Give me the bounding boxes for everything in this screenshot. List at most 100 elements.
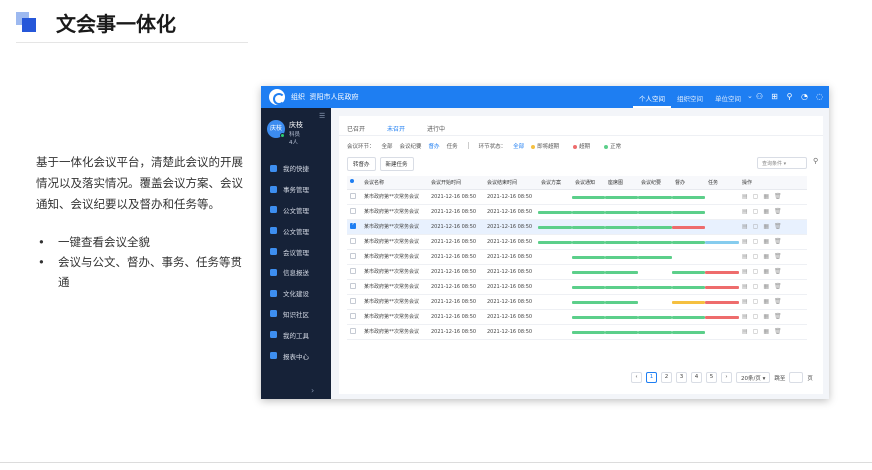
- meeting-name[interactable]: 某市政府第**次常务会议: [361, 294, 428, 310]
- meeting-name[interactable]: 某市政府第**次常务会议: [361, 324, 428, 340]
- sidebar-item-affairs[interactable]: 事务管理: [261, 179, 331, 200]
- doc-icon[interactable]: ▢: [753, 283, 759, 290]
- table-row[interactable]: 某市政府第**次常务会议2021-12-16 08:502021-12-16 0…: [347, 309, 807, 325]
- user-group-icon[interactable]: ⚇: [755, 91, 764, 103]
- doc-icon[interactable]: ▢: [753, 298, 759, 305]
- copy-icon[interactable]: ▤: [742, 253, 748, 260]
- org-switcher[interactable]: 组织 资阳市人民政府: [291, 92, 358, 102]
- row-checkbox[interactable]: [350, 192, 356, 199]
- search-icon[interactable]: ⚲: [785, 91, 794, 103]
- delete-icon[interactable]: 🗑: [774, 313, 782, 320]
- row-checkbox-cell[interactable]: [347, 294, 361, 310]
- row-checkbox[interactable]: [350, 282, 356, 289]
- grid-apps-icon[interactable]: ⊞: [770, 91, 779, 103]
- table-icon[interactable]: ▦: [763, 253, 769, 260]
- table-row[interactable]: 某市政府第**次常务会议2021-12-16 08:502021-12-16 0…: [347, 189, 807, 205]
- copy-icon[interactable]: ▤: [742, 283, 748, 290]
- sidebar-item-documents-2[interactable]: 公文管理: [261, 220, 331, 241]
- status-filter-overdue[interactable]: 超期: [573, 142, 597, 150]
- row-checkbox[interactable]: [350, 327, 356, 334]
- table-icon[interactable]: ▦: [763, 223, 769, 230]
- delete-icon[interactable]: 🗑: [774, 208, 782, 215]
- row-checkbox[interactable]: [350, 221, 356, 229]
- to-supervision-button[interactable]: 转督办: [347, 157, 376, 171]
- table-icon[interactable]: ▦: [763, 298, 769, 305]
- status-filter-due-soon[interactable]: 即将超期: [531, 142, 566, 150]
- doc-icon[interactable]: ▢: [753, 253, 759, 260]
- meeting-name[interactable]: 某市政府第**次常务会议: [361, 234, 428, 250]
- chat-icon[interactable]: ◌: [815, 91, 824, 103]
- row-checkbox-cell[interactable]: [347, 309, 361, 325]
- chevron-right-icon[interactable]: ›: [311, 386, 314, 395]
- copy-icon[interactable]: ▤: [742, 268, 748, 275]
- stage-filter-all[interactable]: 全部: [382, 142, 393, 150]
- sidebar-item-knowledge[interactable]: 知识社区: [261, 304, 331, 325]
- page-4[interactable]: 4: [691, 372, 702, 383]
- meeting-name[interactable]: 某市政府第**次常务会议: [361, 189, 428, 205]
- table-row[interactable]: 某市政府第**次常务会议2021-12-16 08:502021-12-16 0…: [347, 219, 807, 235]
- collapse-icon[interactable]: ☰: [319, 112, 325, 120]
- prev-page-button[interactable]: ‹: [631, 372, 642, 383]
- row-checkbox-cell[interactable]: [347, 204, 361, 220]
- delete-icon[interactable]: 🗑: [774, 193, 782, 200]
- table-icon[interactable]: ▦: [763, 328, 769, 335]
- next-page-button[interactable]: ›: [721, 372, 732, 383]
- table-row[interactable]: 某市政府第**次常务会议2021-12-16 08:502021-12-16 0…: [347, 324, 807, 340]
- meeting-name[interactable]: 某市政府第**次常务会议: [361, 264, 428, 280]
- row-checkbox[interactable]: [350, 267, 356, 274]
- query-condition-select[interactable]: 查询条件 ▾: [757, 157, 807, 169]
- nav-personal-space[interactable]: 个人空间: [633, 86, 671, 108]
- doc-icon[interactable]: ▢: [753, 208, 759, 215]
- page-3[interactable]: 3: [676, 372, 687, 383]
- table-row[interactable]: 某市政府第**次常务会议2021-12-16 08:502021-12-16 0…: [347, 264, 807, 280]
- row-checkbox-cell[interactable]: [347, 324, 361, 340]
- table-row[interactable]: 某市政府第**次常务会议2021-12-16 08:502021-12-16 0…: [347, 204, 807, 220]
- table-row[interactable]: 某市政府第**次常务会议2021-12-16 08:502021-12-16 0…: [347, 279, 807, 295]
- meeting-name[interactable]: 某市政府第**次常务会议: [361, 204, 428, 220]
- table-icon[interactable]: ▦: [763, 238, 769, 245]
- row-checkbox-cell[interactable]: [347, 264, 361, 280]
- sidebar-item-shortcuts[interactable]: 我的快捷: [261, 158, 331, 179]
- delete-icon[interactable]: 🗑: [774, 298, 782, 305]
- doc-icon[interactable]: ▢: [753, 193, 759, 200]
- copy-icon[interactable]: ▤: [742, 298, 748, 305]
- delete-icon[interactable]: 🗑: [774, 223, 782, 230]
- row-checkbox[interactable]: [350, 297, 356, 304]
- doc-icon[interactable]: ▢: [753, 268, 759, 275]
- doc-icon[interactable]: ▢: [753, 328, 759, 335]
- table-row[interactable]: 某市政府第**次常务会议2021-12-16 08:502021-12-16 0…: [347, 294, 807, 310]
- nav-unit-space[interactable]: 单位空间: [709, 86, 747, 108]
- copy-icon[interactable]: ▤: [742, 193, 748, 200]
- doc-icon[interactable]: ▢: [753, 238, 759, 245]
- table-icon[interactable]: ▦: [763, 193, 769, 200]
- copy-icon[interactable]: ▤: [742, 238, 748, 245]
- doc-icon[interactable]: ▢: [753, 223, 759, 230]
- doc-icon[interactable]: ▢: [753, 313, 759, 320]
- table-icon[interactable]: ▦: [763, 208, 769, 215]
- row-checkbox[interactable]: [350, 237, 356, 244]
- nav-org-space[interactable]: 组织空间: [671, 86, 709, 108]
- sidebar-item-info-report[interactable]: 信息报送: [261, 262, 331, 283]
- stage-filter-minutes[interactable]: 会议纪要: [400, 142, 422, 150]
- page-size-select[interactable]: 20条/页 ▾: [736, 372, 771, 383]
- row-checkbox[interactable]: [350, 207, 356, 214]
- row-checkbox-cell[interactable]: [347, 279, 361, 295]
- new-task-button[interactable]: 新建任务: [379, 157, 414, 171]
- table-row[interactable]: 某市政府第**次常务会议2021-12-16 08:502021-12-16 0…: [347, 234, 807, 250]
- row-checkbox-cell[interactable]: [347, 189, 361, 205]
- copy-icon[interactable]: ▤: [742, 223, 748, 230]
- copy-icon[interactable]: ▤: [742, 313, 748, 320]
- row-checkbox-cell[interactable]: [347, 219, 361, 235]
- row-checkbox[interactable]: [350, 312, 356, 319]
- delete-icon[interactable]: 🗑: [774, 238, 782, 245]
- sidebar-item-tools[interactable]: 我的工具: [261, 324, 331, 345]
- meeting-name[interactable]: 某市政府第**次常务会议: [361, 249, 428, 265]
- page-5[interactable]: 5: [706, 372, 717, 383]
- sidebar-item-meetings[interactable]: 会议管理: [261, 241, 331, 262]
- delete-icon[interactable]: 🗑: [774, 328, 782, 335]
- table-icon[interactable]: ▦: [763, 283, 769, 290]
- copy-icon[interactable]: ▤: [742, 208, 748, 215]
- sidebar-item-documents[interactable]: 公文管理: [261, 200, 331, 221]
- status-filter-normal[interactable]: 正常: [604, 142, 628, 150]
- status-filter-all[interactable]: 全部: [513, 142, 524, 150]
